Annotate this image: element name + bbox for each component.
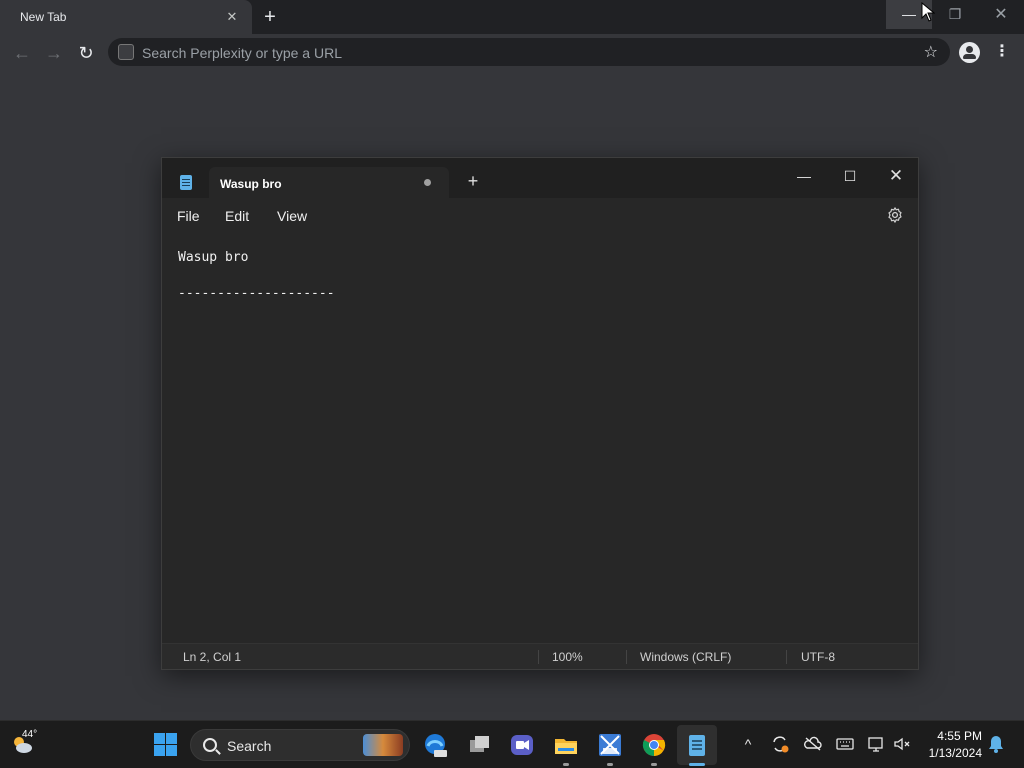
browser-tab-new-tab[interactable]: New Tab ✕ <box>0 0 252 34</box>
close-icon[interactable]: ✕ <box>224 9 240 25</box>
notepad-tab[interactable]: Wasup bro <box>209 167 449 198</box>
chrome-icon[interactable] <box>641 732 667 758</box>
notepad-new-tab-button[interactable]: + <box>464 171 482 191</box>
meet-icon[interactable] <box>509 732 535 758</box>
mouse-cursor-icon <box>921 2 935 22</box>
status-separator <box>786 650 787 664</box>
taskbar: 44° Search ^ 4:55 PM 1/13/2024 <box>0 720 1024 768</box>
notification-bell-icon[interactable] <box>988 735 1004 753</box>
running-indicator <box>651 763 657 766</box>
search-icon <box>203 738 217 752</box>
taskbar-search-label: Search <box>227 738 272 754</box>
menu-edit[interactable]: Edit <box>225 208 249 224</box>
menu-view[interactable]: View <box>277 208 307 224</box>
back-button[interactable]: ← <box>10 41 34 65</box>
clock-date[interactable]: 1/13/2024 <box>918 746 982 760</box>
profile-icon[interactable] <box>959 42 980 63</box>
weather-temperature: 44° <box>22 729 38 740</box>
running-indicator <box>563 763 569 766</box>
address-bar[interactable]: Search Perplexity or type a URL ☆ <box>108 38 950 66</box>
game-icon[interactable] <box>597 732 623 758</box>
sync-icon[interactable] <box>770 734 790 754</box>
notepad-icon[interactable] <box>684 732 710 758</box>
browser-toolbar: ← → ↻ Search Perplexity or type a URL ☆ … <box>0 34 1024 72</box>
onedrive-offline-icon[interactable] <box>803 734 823 754</box>
cursor-position: Ln 2, Col 1 <box>183 650 242 664</box>
restore-button[interactable]: ❐ <box>932 0 978 29</box>
unsaved-dot-icon[interactable] <box>424 179 431 186</box>
notepad-menubar: File Edit View <box>162 198 918 234</box>
menu-file[interactable]: File <box>177 208 200 224</box>
notepad-statusbar: Ln 2, Col 1 100% Windows (CRLF) UTF-8 <box>162 643 918 669</box>
encoding[interactable]: UTF-8 <box>801 650 835 664</box>
gear-icon[interactable] <box>886 206 904 224</box>
new-tab-button[interactable]: + <box>260 6 280 28</box>
status-separator <box>626 650 627 664</box>
browser-tab-strip: New Tab ✕ + — ❐ ✕ <box>0 0 1024 34</box>
more-menu-icon[interactable]: ⋮ <box>994 40 1010 64</box>
chevron-up-icon[interactable]: ^ <box>738 734 758 754</box>
text-line-1: Wasup bro <box>178 250 249 265</box>
clock-time[interactable]: 4:55 PM <box>930 729 982 743</box>
status-separator <box>538 650 539 664</box>
volume-muted-icon[interactable] <box>892 734 912 754</box>
keyboard-icon[interactable] <box>835 734 855 754</box>
notepad-app-icon <box>180 175 192 190</box>
forward-button[interactable]: → <box>42 41 66 65</box>
close-window-button[interactable]: ✕ <box>978 0 1024 29</box>
start-button[interactable] <box>153 732 179 758</box>
notepad-window: Wasup bro + — ☐ ✕ File Edit View Wasup b… <box>161 157 919 670</box>
search-highlight-icon <box>363 734 403 756</box>
notepad-titlebar[interactable]: Wasup bro + — ☐ ✕ <box>162 158 918 198</box>
task-view-icon[interactable] <box>466 732 492 758</box>
notepad-close-button[interactable]: ✕ <box>873 162 919 190</box>
bookmark-star-icon[interactable]: ☆ <box>924 42 938 62</box>
file-explorer-icon[interactable] <box>553 732 579 758</box>
notepad-tab-title: Wasup bro <box>220 177 282 191</box>
text-line-2: -------------------- <box>178 286 335 301</box>
perplexity-icon[interactable] <box>118 44 134 60</box>
reload-button[interactable]: ↻ <box>74 41 98 65</box>
notepad-minimize-button[interactable]: — <box>781 162 827 190</box>
browser-tab-title: New Tab <box>20 10 67 24</box>
network-icon[interactable] <box>866 734 886 754</box>
notepad-maximize-button[interactable]: ☐ <box>827 162 873 190</box>
line-ending[interactable]: Windows (CRLF) <box>640 650 731 664</box>
zoom-level[interactable]: 100% <box>552 650 583 664</box>
address-bar-placeholder: Search Perplexity or type a URL <box>142 45 342 61</box>
edge-preview-icon[interactable] <box>422 732 448 758</box>
running-indicator <box>607 763 613 766</box>
taskbar-search[interactable]: Search <box>190 729 410 761</box>
notepad-text-area[interactable]: Wasup bro -------------------- <box>162 234 918 637</box>
active-indicator <box>689 763 705 766</box>
